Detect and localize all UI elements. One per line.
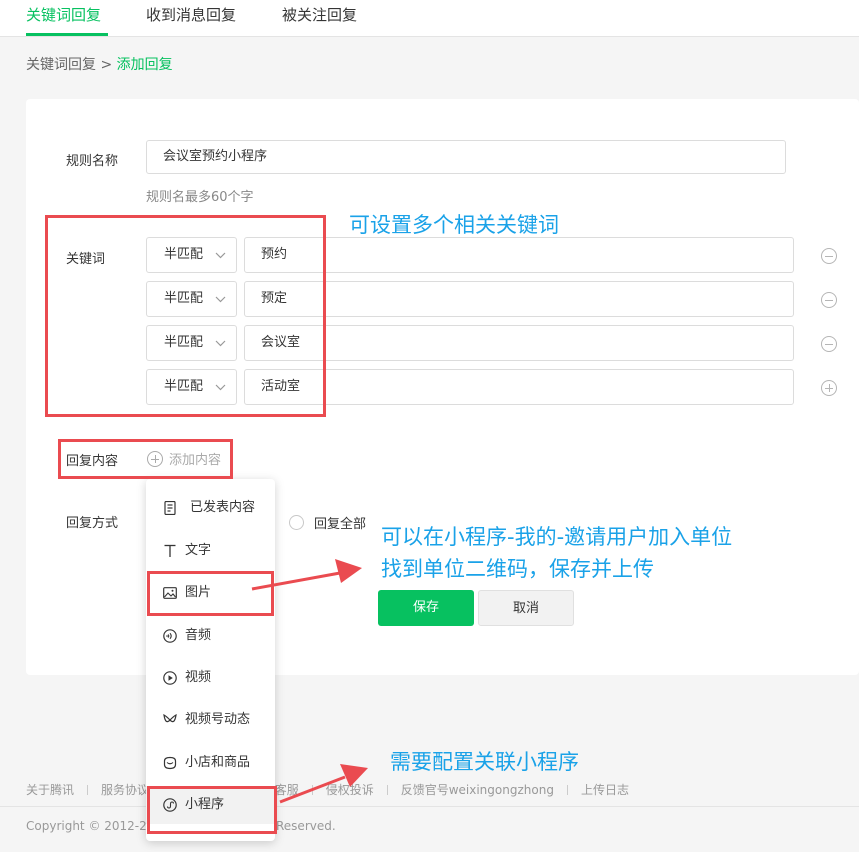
arrow-to-miniprogram-note-icon: [279, 764, 368, 804]
annotation-arrows: [251, 559, 368, 804]
arrow-to-image-note-icon: [251, 559, 362, 591]
